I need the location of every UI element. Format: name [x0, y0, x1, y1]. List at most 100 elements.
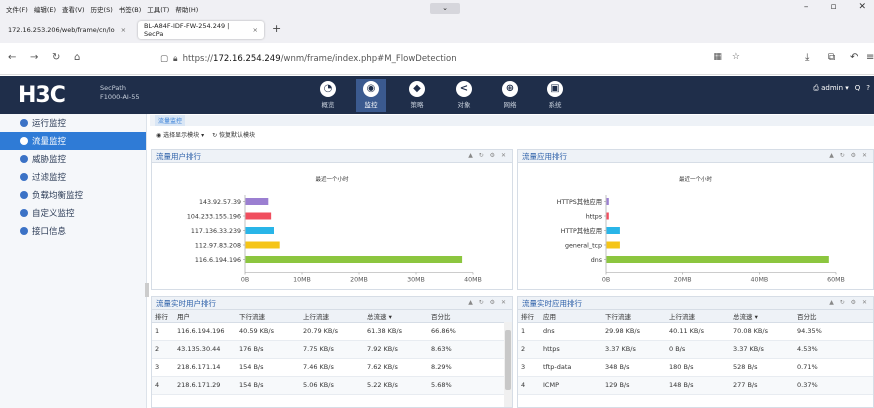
- table-row[interactable]: 4 ICMP 129 B/s 148 B/s 277 B/s 0.37%: [518, 376, 873, 395]
- col-rank[interactable]: 排行: [152, 310, 174, 323]
- menu-view[interactable]: 查看(V): [62, 4, 85, 14]
- sidebar-item-label: 过滤监控: [32, 173, 67, 183]
- table-row[interactable]: 2 43.135.30.44 176 B/s 7.75 KB/s 7.92 KB/s 8.…: [152, 340, 512, 359]
- category-label: 116.6.194.196: [195, 257, 241, 264]
- col-percent[interactable]: 百分比: [794, 310, 873, 323]
- category-label: 104.233.155.196: [187, 214, 241, 221]
- panel-controls[interactable]: ▲ ↻ ⚙ ✕: [829, 299, 869, 306]
- help-icon[interactable]: ?: [866, 84, 870, 93]
- col-rank[interactable]: 排行: [518, 310, 540, 323]
- sidebar-item-interface-info[interactable]: 接口信息: [0, 222, 146, 240]
- table-row[interactable]: 1 116.6.194.196 40.59 KB/s 20.79 KB/s 61.38 …: [152, 322, 512, 341]
- nav-monitor[interactable]: ◉ 监控: [356, 79, 386, 112]
- nav-object[interactable]: < 对象: [449, 79, 479, 112]
- cell-rank: 1: [518, 322, 540, 341]
- bookmark-star-icon[interactable]: ☆: [732, 52, 740, 62]
- sidebar-item-flow-monitor[interactable]: 流量监控: [0, 132, 146, 150]
- menu-help[interactable]: 帮助(H): [175, 4, 198, 14]
- sync-icon[interactable]: ↶: [850, 52, 858, 63]
- scrollbar-thumb[interactable]: [505, 330, 511, 390]
- bar[interactable]: [606, 227, 620, 234]
- sidebar-item-run-monitor[interactable]: 运行监控: [0, 114, 146, 132]
- col-up[interactable]: 上行流速: [300, 310, 364, 323]
- search-icon[interactable]: Q: [855, 84, 861, 93]
- breadcrumb-item[interactable]: 流量监控: [155, 115, 186, 126]
- user-menu[interactable]: ⎙ admin ▾: [813, 84, 849, 93]
- bar[interactable]: [606, 256, 829, 263]
- forward-icon[interactable]: →: [30, 52, 38, 63]
- user-rank-panel: 流量用户排行 ▲ ↻ ⚙ ✕ 最近一个小时 143.92.57.39 104.233…: [151, 149, 513, 290]
- nav-label: 策略: [410, 101, 424, 109]
- menu-edit[interactable]: 编辑(E): [34, 4, 56, 14]
- tab-list-dropdown-icon[interactable]: ⌄: [430, 3, 460, 14]
- nav-network[interactable]: ⊕ 网络: [495, 79, 525, 112]
- panel-title: 流量用户排行: [152, 150, 512, 163]
- sidebar-item-threat-monitor[interactable]: 威胁监控: [0, 150, 146, 168]
- sidebar-item-filter-monitor[interactable]: 过滤监控: [0, 168, 146, 186]
- col-total[interactable]: 总流速 ▾: [364, 310, 428, 323]
- col-percent[interactable]: 百分比: [428, 310, 512, 323]
- back-icon[interactable]: ←: [8, 52, 16, 63]
- bar[interactable]: [245, 256, 463, 263]
- col-app[interactable]: 应用: [540, 310, 602, 323]
- select-modules-button[interactable]: ◉ 选择显示模块 ▾: [156, 130, 204, 139]
- download-icon[interactable]: ⤓: [805, 52, 809, 63]
- menu-file[interactable]: 文件(F): [6, 4, 28, 14]
- col-total[interactable]: 总流速 ▾: [730, 310, 794, 323]
- browser-tab[interactable]: 172.16.253.206/web/frame/cn/lo ×: [2, 21, 134, 39]
- sidebar-item-label: 威胁监控: [32, 155, 67, 165]
- sidebar-collapse-handle[interactable]: [145, 283, 149, 297]
- col-user[interactable]: 用户: [174, 310, 236, 323]
- reload-icon[interactable]: ↻: [52, 52, 60, 63]
- new-tab-button[interactable]: +: [272, 22, 281, 35]
- home-icon[interactable]: ⌂: [74, 52, 80, 63]
- nav-overview[interactable]: ◔ 概览: [313, 79, 343, 112]
- restore-icon[interactable]: ▫: [830, 2, 836, 12]
- menu-history[interactable]: 历史(S): [91, 4, 113, 14]
- tab-close-icon[interactable]: ×: [253, 26, 258, 34]
- cell-total: 3.37 KB/s: [730, 340, 794, 359]
- interface-icon: [20, 227, 28, 235]
- cell-up: 40.11 KB/s: [666, 322, 730, 341]
- bar[interactable]: [245, 212, 272, 220]
- browser-tab-active[interactable]: BL-A84F-IDF-FW-254.249 | SecPa ×: [138, 21, 264, 39]
- menu-tools[interactable]: 工具(T): [147, 4, 169, 14]
- cell-rank: 1: [152, 322, 174, 341]
- bar[interactable]: [245, 198, 269, 205]
- sidebar-item-lb-monitor[interactable]: 负载均衡监控: [0, 186, 146, 204]
- panel-controls[interactable]: ▲ ↻ ⚙ ✕: [829, 152, 869, 159]
- close-window-icon[interactable]: ✕: [858, 2, 866, 12]
- bar[interactable]: [245, 227, 275, 234]
- extensions-icon[interactable]: ⧉: [828, 52, 835, 63]
- col-up[interactable]: 上行流速: [666, 310, 730, 323]
- table-row[interactable]: 2 https 3.37 KB/s 0 B/s 3.37 KB/s 4.53%: [518, 340, 873, 359]
- x-tick-label: 60MB: [827, 277, 845, 284]
- cell-percent: 8.63%: [428, 340, 512, 359]
- tab-close-icon[interactable]: ×: [121, 26, 126, 34]
- device-model: SecPath F1000-AI-55: [100, 84, 139, 102]
- bar[interactable]: [606, 212, 609, 220]
- table-row[interactable]: 3 tftp-data 348 B/s 180 B/s 528 B/s 0.71%: [518, 358, 873, 377]
- bar[interactable]: [606, 241, 620, 249]
- nav-policy[interactable]: ◆ 策略: [402, 79, 432, 112]
- restore-default-button[interactable]: ↻ 恢复默认模块: [212, 130, 255, 139]
- menu-icon[interactable]: ≡: [866, 52, 874, 63]
- bar[interactable]: [245, 241, 280, 249]
- cell-down: 154 B/s: [236, 376, 300, 395]
- col-down[interactable]: 下行流速: [236, 310, 300, 323]
- bar[interactable]: [606, 198, 609, 205]
- table-row[interactable]: 4 218.6.171.29 154 B/s 5.06 KB/s 5.22 KB/s 5.…: [152, 376, 512, 395]
- panel-controls[interactable]: ▲ ↻ ⚙ ✕: [468, 299, 508, 306]
- address-bar[interactable]: ▢ 🔒︎ https:// 172.16.254.249 /wnm/frame/…: [160, 48, 740, 69]
- table-scrollbar[interactable]: [504, 322, 512, 407]
- sidebar-item-custom-monitor[interactable]: 自定义监控: [0, 204, 146, 222]
- panel-controls[interactable]: ▲ ↻ ⚙ ✕: [468, 152, 508, 159]
- menu-bookmarks[interactable]: 书签(B): [119, 4, 142, 14]
- nav-system[interactable]: ▣ 系统: [540, 79, 570, 112]
- sidebar-item-label: 流量监控: [32, 137, 67, 147]
- table-row[interactable]: 3 218.6.171.14 154 B/s 7.46 KB/s 7.62 KB/s 8.…: [152, 358, 512, 377]
- qr-icon[interactable]: ▦: [713, 52, 722, 62]
- table-row[interactable]: 1 dns 29.98 KB/s 40.11 KB/s 70.08 KB/s 94.35%: [518, 322, 873, 341]
- minimize-icon[interactable]: –: [804, 2, 809, 12]
- col-down[interactable]: 下行流速: [602, 310, 666, 323]
